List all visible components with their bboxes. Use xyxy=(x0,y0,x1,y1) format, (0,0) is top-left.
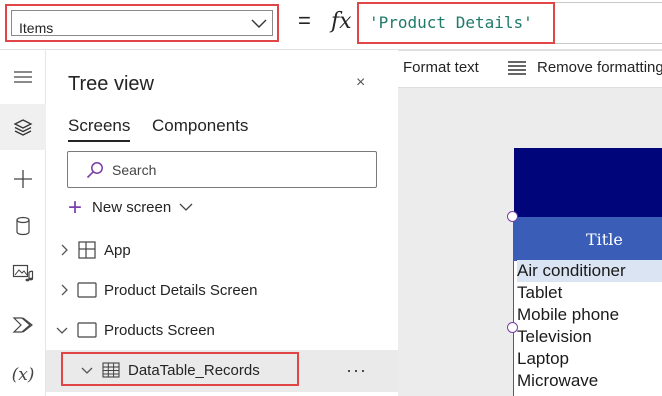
plus-icon xyxy=(14,170,32,188)
chevron-down-icon[interactable] xyxy=(56,325,68,337)
database-icon xyxy=(16,216,30,236)
table-row[interactable]: Microwave xyxy=(517,370,662,392)
formula-input[interactable]: 'Product Details' xyxy=(357,2,555,44)
media-icon xyxy=(12,264,34,282)
format-text-label: Format text xyxy=(403,59,479,76)
table-row[interactable]: Laptop xyxy=(517,348,662,370)
tree-item-product-details-screen[interactable]: Product Details Screen xyxy=(46,270,398,310)
screen-icon xyxy=(77,322,97,338)
tab-components[interactable]: Components xyxy=(152,116,248,136)
chevron-down-icon[interactable] xyxy=(81,365,93,377)
chevron-right-icon[interactable] xyxy=(58,284,70,296)
rail-menu-button[interactable] xyxy=(0,54,46,100)
tree-item-datatable-records[interactable]: DataTable_Records ··· xyxy=(46,350,398,392)
search-input[interactable] xyxy=(112,160,362,180)
new-screen-label: New screen xyxy=(92,199,172,216)
rail-media-button[interactable] xyxy=(0,250,46,296)
chevron-down-icon xyxy=(179,203,193,211)
table-icon xyxy=(102,362,120,378)
new-screen-button[interactable]: + New screen xyxy=(68,193,193,221)
data-table[interactable]: Title Air conditioner Tablet Mobile phon… xyxy=(513,217,662,396)
tree-item-app[interactable]: App xyxy=(46,230,398,270)
variables-icon: (x) xyxy=(11,365,35,385)
rail-insert-button[interactable] xyxy=(0,156,46,202)
screen-icon xyxy=(77,282,97,298)
column-header-title: Title xyxy=(586,230,623,249)
tree-view-title: Tree view xyxy=(68,73,154,95)
formula-bar: Items = fx 'Product Details' xyxy=(0,0,662,50)
screen-header-bar xyxy=(514,148,662,218)
more-options-icon[interactable]: ··· xyxy=(346,360,367,381)
chevron-down-icon xyxy=(251,19,267,28)
remove-formatting-icon xyxy=(508,60,526,75)
hamburger-menu-icon xyxy=(14,71,32,83)
rail-variables-button[interactable]: (x) xyxy=(0,352,46,396)
remove-formatting-button[interactable]: Remove formatting xyxy=(507,59,662,76)
chevron-right-icon[interactable] xyxy=(58,244,70,256)
tree-item-label: Product Details Screen xyxy=(104,282,258,299)
tree-item-label: Products Screen xyxy=(104,322,215,339)
tree-item-products-screen[interactable]: Products Screen xyxy=(46,310,398,350)
formula-input-extension[interactable] xyxy=(555,2,662,44)
close-icon[interactable]: × xyxy=(356,74,365,92)
data-table-header: Title xyxy=(514,217,662,261)
rail-power-automate-button[interactable] xyxy=(0,302,46,348)
canvas: Title Air conditioner Tablet Mobile phon… xyxy=(398,88,662,396)
formula-text: 'Product Details' xyxy=(369,13,533,32)
search-box xyxy=(67,151,377,188)
tab-screens[interactable]: Screens xyxy=(68,116,131,142)
layers-icon xyxy=(13,119,33,136)
table-row[interactable]: Air conditioner xyxy=(517,260,662,282)
tree-item-label: App xyxy=(104,242,131,259)
table-row[interactable]: Television xyxy=(517,326,662,348)
remove-formatting-label: Remove formatting xyxy=(537,59,662,76)
tree-item-label: DataTable_Records xyxy=(128,362,260,379)
search-icon xyxy=(86,162,103,179)
rail-tree-view-button[interactable] xyxy=(0,104,46,150)
resize-handle[interactable] xyxy=(507,322,518,333)
app-icon xyxy=(78,241,96,259)
table-row[interactable]: Tablet xyxy=(517,282,662,304)
resize-handle[interactable] xyxy=(507,211,518,222)
property-dropdown-value: Items xyxy=(19,20,54,36)
rail-data-button[interactable] xyxy=(0,203,46,249)
equals-sign: = xyxy=(298,8,311,33)
power-automate-icon xyxy=(12,317,33,333)
left-rail: (x) xyxy=(0,50,46,396)
table-row[interactable]: Mobile phone xyxy=(517,304,662,326)
plus-icon: + xyxy=(68,193,83,221)
format-toolbar: Format text Remove formatting xyxy=(362,50,662,88)
property-dropdown[interactable]: Items xyxy=(5,4,279,42)
tree-view-panel: Tree view × Screens Components + New scr… xyxy=(46,50,398,396)
fx-icon[interactable]: fx xyxy=(331,9,352,34)
